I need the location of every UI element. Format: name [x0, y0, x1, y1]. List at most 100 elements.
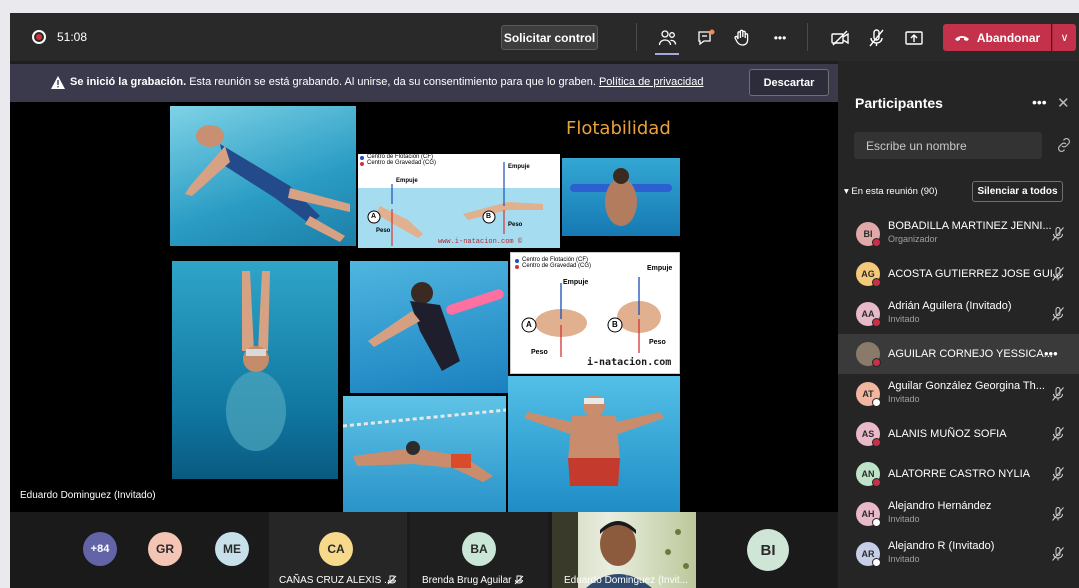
recording-icon	[32, 30, 46, 44]
mic-off-icon[interactable]	[1050, 426, 1066, 442]
photo-woman-floating	[170, 106, 356, 246]
toolbar-divider	[807, 23, 808, 51]
participant-row[interactable]: AS ALANIS MUÑOZ SOFIA	[838, 414, 1079, 454]
participant-row[interactable]: AN ALATORRE CASTRO NYLIA	[838, 454, 1079, 494]
mic-off-icon	[514, 575, 524, 585]
more-options-icon[interactable]: •••	[767, 25, 793, 51]
toolbar-divider	[636, 23, 637, 51]
photo-man-treading	[508, 376, 680, 512]
label-empuje-b: Empuje	[508, 164, 530, 170]
mic-off-icon[interactable]	[1050, 386, 1066, 402]
mic-off-icon[interactable]	[1050, 226, 1066, 242]
participant-tile-label: Eduardo Dominguez (Invit...	[564, 575, 688, 586]
participant-row[interactable]: BI BOBADILLA MARTINEZ JENNI... Organizador	[838, 214, 1079, 254]
mic-off-icon[interactable]	[1050, 546, 1066, 562]
participants-icon[interactable]	[655, 25, 681, 51]
close-icon[interactable]: ✕	[1057, 94, 1070, 112]
leave-button[interactable]: Abandonar	[943, 24, 1051, 51]
presence-status-icon	[872, 238, 881, 247]
mic-off-icon[interactable]	[1050, 306, 1066, 322]
participant-name: ALANIS MUÑOZ SOFIA	[888, 428, 1007, 440]
participants-panel: Participantes ••• ✕ Escribe un nombre ▾ …	[838, 61, 1079, 588]
label-b: B	[486, 213, 492, 220]
active-tab-indicator	[655, 53, 679, 55]
participant-avatar: CA	[319, 532, 353, 566]
participant-avatar[interactable]: BI	[747, 529, 789, 571]
participant-row[interactable]: AR Alejandro R (Invitado) Invitado	[838, 534, 1079, 574]
label-empuje-a: Empuje	[563, 279, 589, 286]
mic-off-icon[interactable]	[1050, 266, 1066, 282]
mic-off-icon	[387, 575, 397, 585]
participant-tile[interactable]: CA CAÑAS CRUZ ALEXIS ...	[269, 512, 407, 588]
presence-status-icon	[872, 358, 881, 367]
participant-tile[interactable]: BA Brenda Brug Aguilar	[410, 512, 548, 588]
share-invite-icon[interactable]	[1056, 137, 1072, 153]
photo-vertical-swimmer	[172, 261, 338, 479]
in-meeting-section[interactable]: ▾ En esta reunión (90)	[844, 186, 938, 197]
warning-icon	[51, 76, 65, 89]
participant-avatar[interactable]: GR	[148, 532, 182, 566]
overflow-participants-count[interactable]: +84	[83, 532, 117, 566]
leave-label: Abandonar	[976, 30, 1041, 45]
label-b: B	[612, 320, 618, 329]
presence-status-icon	[872, 318, 881, 327]
camera-off-icon[interactable]	[827, 25, 853, 51]
participant-tile-label: Brenda Brug Aguilar	[422, 575, 512, 586]
photo-girl-noodle	[350, 261, 508, 393]
shared-screen: Flotabilidad Centro de Flotación (CF) Ce…	[10, 102, 838, 512]
panel-more-icon[interactable]: •••	[1032, 94, 1047, 110]
participant-name: BOBADILLA MARTINEZ JENNI...	[888, 220, 1052, 232]
privacy-policy-link[interactable]: Política de privacidad	[599, 76, 704, 88]
photo-swimmer-lane	[343, 396, 506, 512]
request-control-button[interactable]: Solicitar control	[501, 25, 598, 50]
photo-swimmer-noodle	[562, 158, 680, 236]
participant-role: Invitado	[888, 554, 920, 564]
participant-search-input[interactable]: Escribe un nombre	[854, 132, 1042, 159]
diagram-buoyancy-mid: Centro de Flotación (CF) Centro de Grave…	[510, 252, 680, 374]
participant-tile-label: CAÑAS CRUZ ALEXIS ...	[279, 575, 393, 586]
participant-row[interactable]: AH Alejandro Hernández Invitado	[838, 494, 1079, 534]
participant-avatar: BA	[462, 532, 496, 566]
label-peso-a: Peso	[531, 349, 548, 356]
chat-icon[interactable]	[693, 25, 719, 51]
recording-message: Se inició la grabación. Esta reunión se …	[70, 76, 704, 88]
presence-status-icon	[872, 518, 881, 527]
participant-more-icon[interactable]: •••	[1044, 346, 1058, 361]
leave-options-button[interactable]: ∨	[1052, 24, 1076, 51]
recording-bold-text: Se inició la grabación.	[70, 76, 187, 88]
participant-role: Invitado	[888, 314, 920, 324]
participant-avatar[interactable]: ME	[215, 532, 249, 566]
participant-row[interactable]: AG ACOSTA GUTIERREZ JOSE GUI...	[838, 254, 1079, 294]
recording-text: Esta reunión se está grabando. Al unirse…	[186, 76, 599, 88]
slide-title: Flotabilidad	[566, 118, 671, 139]
mute-all-button[interactable]: Silenciar a todos	[972, 181, 1063, 202]
presence-status-icon	[872, 278, 881, 287]
participant-row[interactable]: AA Adrián Aguilera (Invitado) Invitado	[838, 294, 1079, 334]
presence-status-icon	[872, 478, 881, 487]
recording-banner: Se inició la grabación. Esta reunión se …	[10, 64, 838, 102]
participant-role: Invitado	[888, 514, 920, 524]
label-a: A	[526, 320, 532, 329]
label-peso-b: Peso	[508, 222, 523, 228]
mic-off-icon[interactable]	[863, 25, 889, 51]
participant-row[interactable]: AT Aguilar González Georgina Th... Invitad…	[838, 374, 1079, 414]
legend-cg: Centro de Gravedad (CG)	[522, 263, 592, 269]
diagram-buoyancy-top: Centro de Flotación (CF) Centro de Grave…	[358, 154, 560, 248]
participant-gallery: +84 GR ME CA CAÑAS CRUZ ALEXIS ... BA Br…	[10, 512, 838, 588]
diagram-url: www.i-natacion.com ©	[438, 238, 523, 246]
mic-off-icon[interactable]	[1050, 466, 1066, 482]
mic-off-icon[interactable]	[1050, 506, 1066, 522]
meeting-timer: 51:08	[57, 30, 88, 44]
raise-hand-icon[interactable]	[729, 25, 755, 51]
dismiss-button[interactable]: Descartar	[749, 69, 829, 96]
participant-role: Organizador	[888, 234, 938, 244]
participant-name: Adrián Aguilera (Invitado)	[888, 300, 1012, 312]
participant-name: Alejandro Hernández	[888, 500, 992, 512]
participant-name: ALATORRE CASTRO NYLIA	[888, 468, 1031, 480]
share-screen-icon[interactable]	[901, 25, 927, 51]
presenter-video-tile[interactable]: Eduardo Dominguez (Invit...	[552, 512, 696, 588]
participant-row[interactable]: AGUILAR CORNEJO YESSICA... •••	[838, 334, 1079, 374]
presence-status-icon	[872, 438, 881, 447]
presenter-name: Eduardo Dominguez (Invitado)	[20, 490, 156, 501]
participant-name: Alejandro R (Invitado)	[888, 540, 995, 552]
